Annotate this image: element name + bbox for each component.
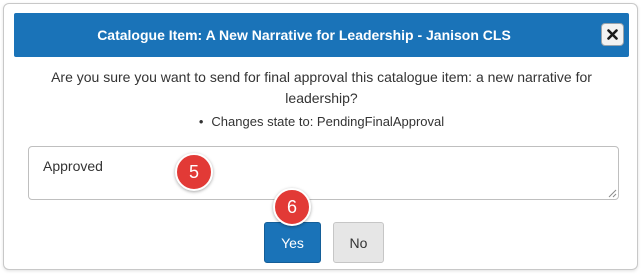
close-button[interactable] (601, 23, 624, 46)
message-line-1: Are you sure you want to send for final … (51, 69, 592, 85)
confirmation-dialog: Catalogue Item: A New Narrative for Lead… (3, 3, 638, 270)
close-icon (607, 29, 618, 40)
state-change-text: Changes state to: PendingFinalApproval (211, 114, 445, 129)
dialog-header: Catalogue Item: A New Narrative for Lead… (14, 13, 629, 57)
bullet-icon: • (198, 114, 204, 129)
step-badge-6: 6 (273, 188, 311, 226)
state-change-item: • Changes state to: PendingFinalApproval (4, 113, 637, 131)
dialog-title: Catalogue Item: A New Narrative for Lead… (97, 27, 511, 43)
no-button[interactable]: No (333, 222, 384, 263)
resize-grip-icon[interactable] (607, 188, 617, 198)
message-line-2: leadership? (285, 90, 358, 106)
confirmation-message: Are you sure you want to send for final … (4, 67, 637, 109)
comment-textarea[interactable]: Approved (28, 146, 619, 200)
yes-button[interactable]: Yes (264, 222, 321, 263)
step-badge-5: 5 (175, 153, 213, 191)
